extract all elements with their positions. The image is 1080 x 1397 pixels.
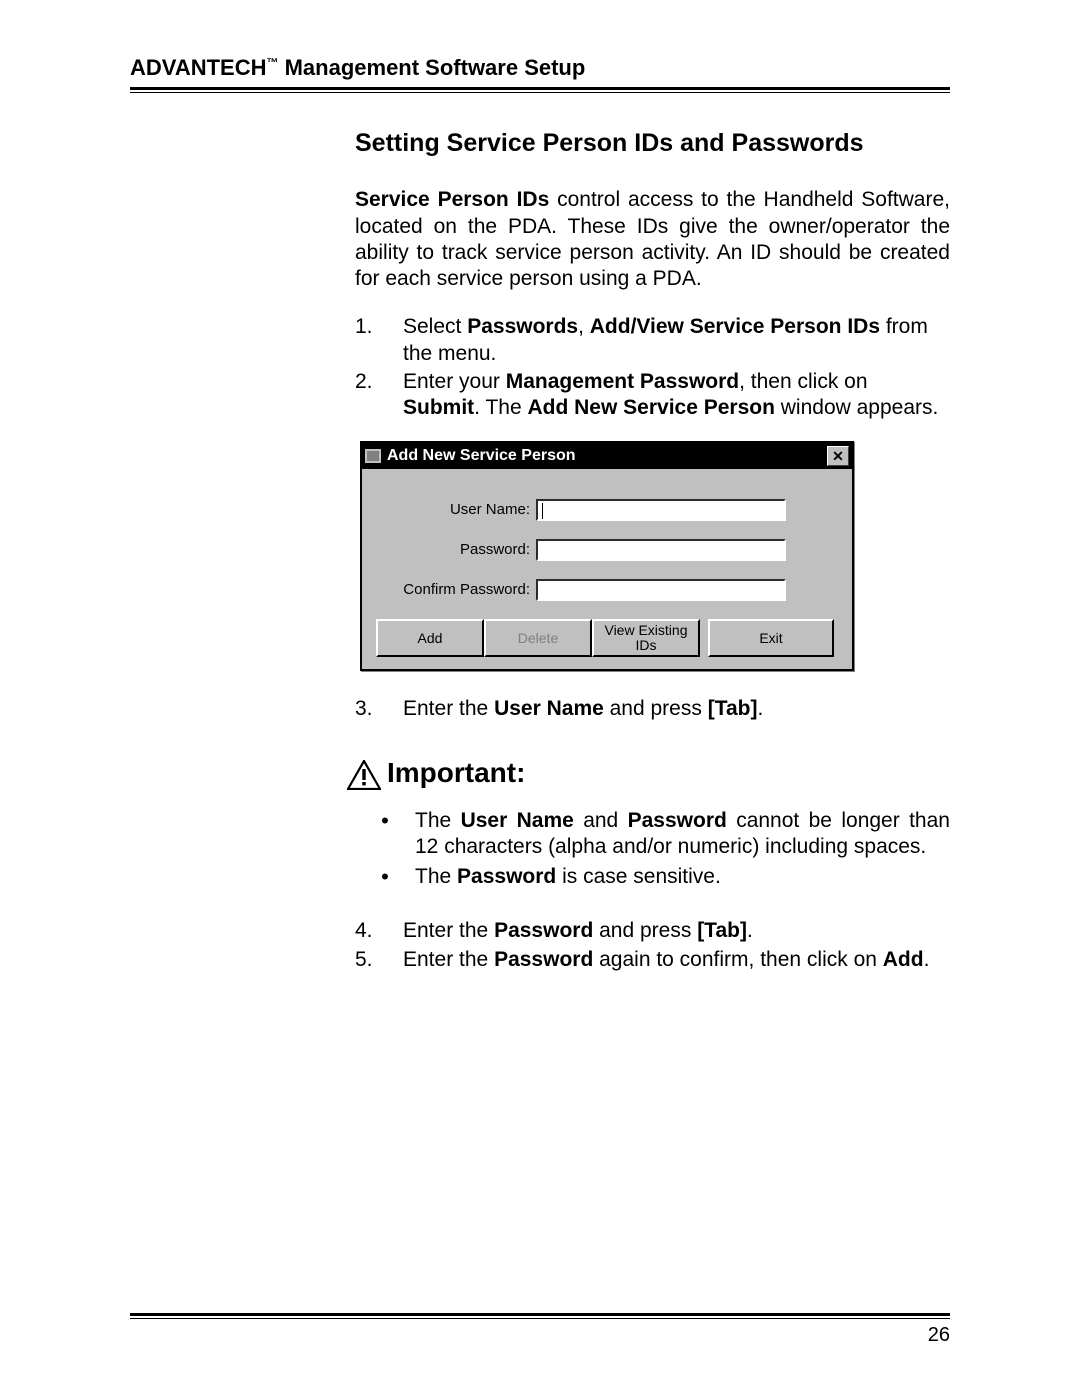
step-number: 3. bbox=[355, 696, 403, 722]
important-label: Important: bbox=[387, 755, 525, 790]
row-confirm: Confirm Password: bbox=[380, 579, 834, 601]
step-text: Enter the Password again to confirm, the… bbox=[403, 947, 950, 973]
dialog-body: User Name: Password: Confirm Password: A… bbox=[362, 469, 852, 669]
important-bullets: • The User Name and Password cannot be l… bbox=[355, 808, 950, 891]
exit-button[interactable]: Exit bbox=[708, 619, 834, 657]
password-input[interactable] bbox=[536, 539, 786, 561]
section-title: Setting Service Person IDs and Passwords bbox=[355, 128, 950, 159]
bullet-dot: • bbox=[355, 864, 415, 890]
label-confirm: Confirm Password: bbox=[380, 581, 536, 600]
page-number: 26 bbox=[928, 1324, 950, 1347]
step-4: 4. Enter the Password and press [Tab]. bbox=[355, 918, 950, 944]
bullet-1: • The User Name and Password cannot be l… bbox=[355, 808, 950, 861]
trademark-symbol: ™ bbox=[266, 56, 278, 70]
intro-bold: Service Person IDs bbox=[355, 188, 549, 211]
row-password: Password: bbox=[380, 539, 834, 561]
step-5: 5. Enter the Password again to confirm, … bbox=[355, 947, 950, 973]
steps-list-2: 3. Enter the User Name and press [Tab]. bbox=[355, 696, 950, 722]
dialog-title: Add New Service Person bbox=[387, 446, 827, 466]
username-input[interactable] bbox=[536, 499, 786, 521]
step-number: 4. bbox=[355, 918, 403, 944]
view-existing-button[interactable]: View Existing IDs bbox=[592, 619, 700, 657]
step-2: 2. Enter your Management Password, then … bbox=[355, 369, 950, 422]
important-heading: Important: bbox=[347, 755, 950, 790]
step-1: 1. Select Passwords, Add/View Service Pe… bbox=[355, 314, 950, 367]
main-content: Setting Service Person IDs and Passwords… bbox=[355, 128, 950, 973]
step-3: 3. Enter the User Name and press [Tab]. bbox=[355, 696, 950, 722]
app-icon bbox=[365, 449, 381, 463]
bullet-text: The User Name and Password cannot be lon… bbox=[415, 808, 950, 861]
step-text: Select Passwords, Add/View Service Perso… bbox=[403, 314, 950, 367]
steps-list-1: 1. Select Passwords, Add/View Service Pe… bbox=[355, 314, 950, 421]
confirm-password-input[interactable] bbox=[536, 579, 786, 601]
step-number: 2. bbox=[355, 369, 403, 422]
brand-name: ADVANTECH bbox=[130, 55, 266, 80]
label-password: Password: bbox=[380, 541, 536, 560]
warning-icon bbox=[347, 760, 381, 790]
header-divider bbox=[130, 87, 950, 93]
add-button[interactable]: Add bbox=[376, 619, 484, 657]
step-number: 5. bbox=[355, 947, 403, 973]
intro-paragraph: Service Person IDs control access to the… bbox=[355, 187, 950, 292]
row-username: User Name: bbox=[380, 499, 834, 521]
bullet-text: The Password is case sensitive. bbox=[415, 864, 950, 890]
step-text: Enter your Management Password, then cli… bbox=[403, 369, 950, 422]
close-icon[interactable]: ✕ bbox=[827, 446, 849, 466]
step-text: Enter the User Name and press [Tab]. bbox=[403, 696, 950, 722]
steps-list-3: 4. Enter the Password and press [Tab]. 5… bbox=[355, 918, 950, 973]
footer-divider bbox=[130, 1313, 950, 1319]
bullet-2: • The Password is case sensitive. bbox=[355, 864, 950, 890]
page-header: ADVANTECH™ Management Software Setup bbox=[130, 55, 950, 85]
dialog-buttons: Add Delete View Existing IDs Exit bbox=[376, 619, 834, 657]
dialog-titlebar: Add New Service Person ✕ bbox=[362, 443, 852, 469]
step-number: 1. bbox=[355, 314, 403, 367]
bullet-dot: • bbox=[355, 808, 415, 861]
header-suffix: Management Software Setup bbox=[278, 55, 585, 80]
delete-button[interactable]: Delete bbox=[484, 619, 592, 657]
label-username: User Name: bbox=[380, 501, 536, 520]
step-text: Enter the Password and press [Tab]. bbox=[403, 918, 950, 944]
document-page: ADVANTECH™ Management Software Setup Set… bbox=[0, 0, 1080, 1397]
add-service-person-dialog: Add New Service Person ✕ User Name: Pass… bbox=[360, 441, 854, 671]
